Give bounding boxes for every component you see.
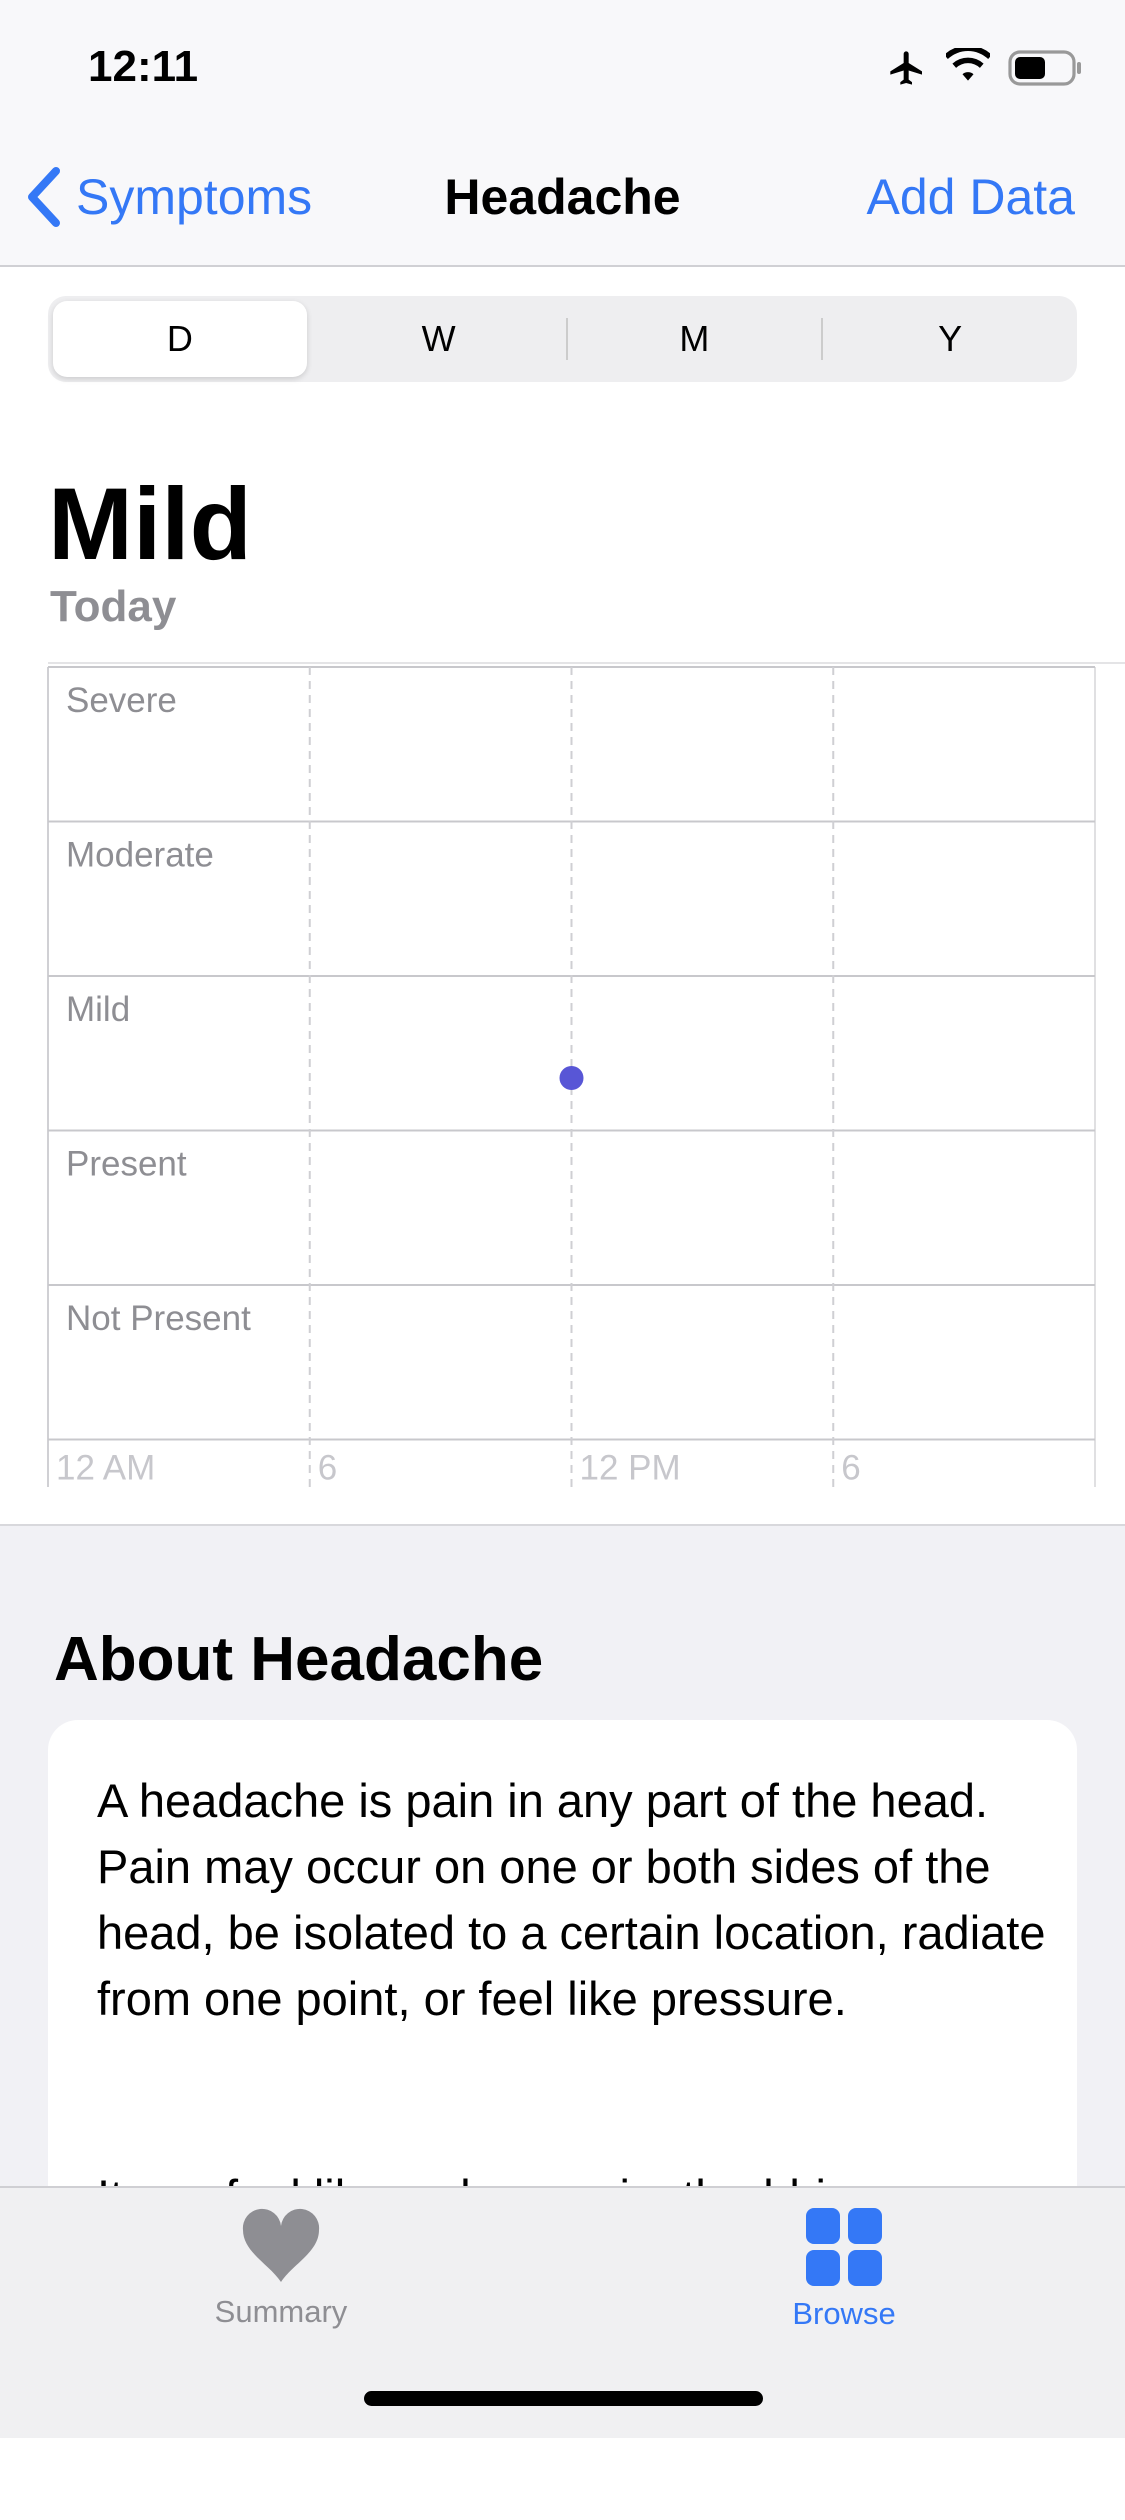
- tab-browse[interactable]: Browse: [694, 2208, 994, 2332]
- x-tick-label: 12 PM: [580, 1449, 681, 1488]
- y-tick-label: Not Present: [66, 1299, 251, 1338]
- tab-label: Summary: [214, 2294, 348, 2329]
- grid-icon: [806, 2208, 882, 2286]
- tab-summary[interactable]: Summary: [131, 2208, 431, 2330]
- about-title: About Headache: [54, 1625, 544, 1694]
- x-tick-label: 6: [318, 1449, 337, 1488]
- heart-icon: [242, 2208, 320, 2282]
- y-tick-label: Present: [66, 1145, 187, 1184]
- severity-chart: Severe Moderate Mild Present Not Present 12 A…: [47, 666, 1096, 1488]
- y-tick-label: Severe: [66, 681, 177, 720]
- data-point: [559, 1066, 584, 1090]
- home-indicator: [364, 2391, 763, 2406]
- x-tick-label: 12 AM: [56, 1449, 155, 1488]
- x-tick-label: 6: [841, 1449, 860, 1488]
- tab-label: Browse: [792, 2296, 896, 2331]
- about-paragraph: A headache is pain in any part of the he…: [97, 1774, 1046, 2025]
- y-tick-label: Moderate: [66, 836, 214, 875]
- y-tick-label: Mild: [66, 990, 130, 1029]
